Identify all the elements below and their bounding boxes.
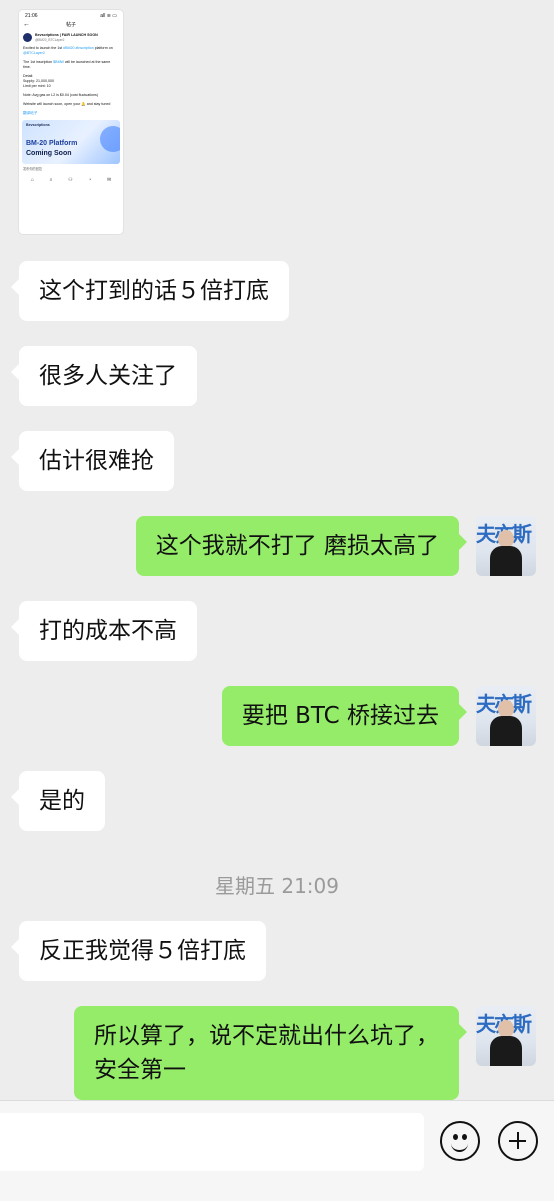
home-icon: ⌂ <box>30 177 34 183</box>
message-left: 这个打到的话５倍打底 <box>11 261 289 321</box>
notifications-icon: ◔ <box>88 177 92 183</box>
search-icon: ⌕ <box>49 177 53 183</box>
post-text: Excited to launch the 1st <box>23 46 64 50</box>
message-bubble[interactable]: 打的成本不高 <box>11 601 197 661</box>
post-text: platform on <box>93 46 113 50</box>
message-bubble[interactable]: 这个我就不打了 磨损太高了 <box>135 516 468 576</box>
post-paragraph: Detail: Supply: 21,000,000 Limit per min… <box>23 74 119 89</box>
shared-screenshot-thumbnail[interactable]: 21:06 all ≋ ▭ ← 帖子 Bevscriptions | FAIR … <box>19 10 123 234</box>
thumb-account: Bevscriptions | FAIR LAUNCH SOON @BM20_B… <box>19 31 123 44</box>
message-bubble[interactable]: 是的 <box>11 771 105 831</box>
message-left: 反正我觉得５倍打底 <box>11 921 266 981</box>
time-divider: 星期五 21:09 <box>215 874 339 898</box>
messages-icon: ✉ <box>106 177 112 183</box>
self-avatar[interactable]: 夫亦斯 <box>476 516 536 576</box>
message-right: 这个我就不打了 磨损太高了 <box>135 516 468 576</box>
emoji-eye <box>453 1134 458 1140</box>
message-left: 是的 <box>11 771 105 831</box>
banner-orb <box>100 126 120 152</box>
message-right: 要把 BTC 桥接过去 <box>221 686 468 746</box>
banner-line2: Coming Soon <box>26 150 72 157</box>
message-bubble[interactable]: 这个打到的话５倍打底 <box>11 261 289 321</box>
account-avatar <box>23 33 32 42</box>
emoji-icon[interactable] <box>440 1121 480 1161</box>
post-text: The 1st inscription <box>23 60 54 64</box>
back-arrow-icon: ← <box>23 21 30 28</box>
post-link[interactable]: @BTCLayer2 <box>23 51 45 55</box>
message-left: 打的成本不高 <box>11 601 197 661</box>
self-avatar[interactable]: 夫亦斯 <box>476 1006 536 1066</box>
thumb-status-bar: 21:06 all ≋ ▭ <box>19 10 123 19</box>
post-paragraph: Note: Avg gas on L2 is $0.04 (cost fluct… <box>23 93 119 98</box>
message-bubble[interactable]: 很多人关注了 <box>11 346 197 406</box>
translate-post-link[interactable]: 翻译帖子 <box>23 111 119 116</box>
message-left: 很多人关注了 <box>11 346 197 406</box>
message-bubble[interactable]: 要把 BTC 桥接过去 <box>221 686 468 746</box>
post-text: Website will launch soon, open your 🔔 an… <box>23 102 111 106</box>
message-right: 所以算了，说不定就出什么坑了， 安全第一 <box>74 1006 467 1100</box>
banner-brand: Bevscriptions <box>26 123 50 127</box>
post-link[interactable]: $BMW <box>53 60 64 64</box>
emoji-mouth <box>451 1141 468 1152</box>
message-input[interactable] <box>0 1113 424 1171</box>
message-bubble[interactable]: 估计很难抢 <box>11 431 174 491</box>
reply-placeholder: 发布你的回复 <box>23 167 43 171</box>
message-left: 估计很难抢 <box>11 431 174 491</box>
plus-icon[interactable] <box>498 1121 538 1161</box>
post-link[interactable]: #BM20 #inscription <box>63 46 94 50</box>
account-handle: @BM20_BTCLayer2 <box>35 37 65 42</box>
self-avatar[interactable]: 夫亦斯 <box>476 686 536 746</box>
thumb-tabbar: ⌂ ⌕ ⚇ ◔ ✉ <box>19 173 123 183</box>
post-text: Detail: Supply: 21,000,000 Limit per min… <box>23 74 54 88</box>
thumb-topbar: ← 帖子 <box>19 19 123 31</box>
post-paragraph: Excited to launch the 1st #BM20 #inscrip… <box>23 46 119 56</box>
message-bubble[interactable]: 反正我觉得５倍打底 <box>11 921 266 981</box>
post-paragraph: Website will launch soon, open your 🔔 an… <box>23 102 119 107</box>
input-bar <box>0 1100 554 1201</box>
avatar-body <box>490 1036 522 1066</box>
avatar-body <box>490 716 522 746</box>
post-paragraph: The 1st inscription $BMW will be launche… <box>23 60 119 70</box>
community-icon: ⚇ <box>68 177 73 183</box>
avatar-body <box>490 546 522 576</box>
post-text: Note: Avg gas on L2 is $0.04 (cost fluct… <box>23 93 99 97</box>
banner-line1: BM-20 Platform <box>26 140 78 147</box>
message-bubble[interactable]: 所以算了，说不定就出什么坑了， 安全第一 <box>74 1006 467 1100</box>
post-body: Excited to launch the 1st #BM20 #inscrip… <box>19 46 123 116</box>
emoji-eye <box>462 1134 467 1140</box>
thumb-title: 帖子 <box>65 22 76 28</box>
post-banner-image: Bevscriptions BM-20 Platform Coming Soon <box>22 120 120 164</box>
